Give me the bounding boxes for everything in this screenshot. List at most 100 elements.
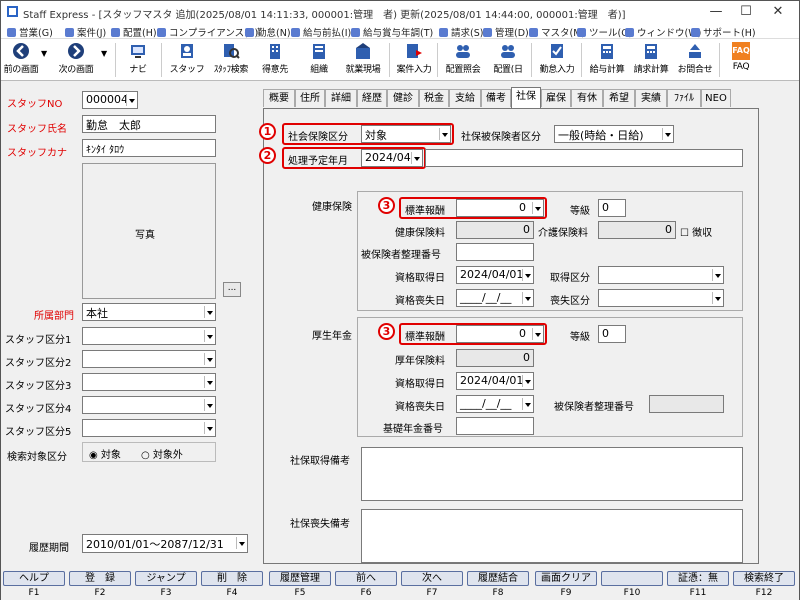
staff-kubun2-select[interactable] — [82, 350, 216, 368]
menu-window[interactable]: ウィンドウ(W) — [625, 25, 701, 39]
radio-target-yes[interactable]: ◉ 対象 — [89, 446, 121, 461]
history-merge-button[interactable]: 履歴結合 F8 — [467, 571, 529, 598]
app-icon — [7, 6, 18, 17]
acquire-notes-textarea[interactable] — [361, 447, 743, 501]
f10-button[interactable]: F10 — [601, 571, 663, 598]
pension-standard-pay-select[interactable]: 0 — [456, 325, 544, 343]
next-button[interactable]: 次へ F7 — [401, 571, 463, 598]
process-month-note-field[interactable] — [425, 149, 743, 167]
loss-notes-textarea[interactable] — [361, 509, 743, 563]
tab-employment-insurance[interactable]: 雇保 — [541, 89, 571, 107]
menu-assign[interactable]: 配置(H) — [111, 25, 157, 39]
health-insured-number-field[interactable] — [456, 243, 534, 261]
maximize-button[interactable]: ☐ — [731, 3, 761, 21]
photo-browse-button[interactable]: ... — [223, 282, 241, 297]
pension-loss-date-select[interactable]: ____/__/__ — [456, 395, 534, 413]
chevron-down-icon — [712, 269, 722, 281]
close-button[interactable]: ✕ — [763, 3, 793, 21]
chevron-down-icon — [522, 269, 532, 281]
previous-button[interactable]: 前へ F6 — [335, 571, 397, 598]
chevron-down-icon[interactable]: ▼ — [41, 49, 47, 58]
bill-calc-button[interactable]: 請求計算 — [629, 41, 673, 79]
insured-category-select[interactable]: 一般(時給・日給) — [554, 125, 674, 143]
assign-day-button[interactable]: 配置(日 — [487, 41, 529, 79]
help-button[interactable]: ヘルプ F1 — [3, 571, 65, 598]
minimize-button[interactable]: — — [701, 3, 731, 21]
menu-advance[interactable]: 給与前払(I) — [291, 25, 351, 39]
menu-admin[interactable]: 管理(D) — [483, 25, 529, 39]
prev-screen-button[interactable]: 前の画面 — [1, 41, 41, 79]
pay-calc-button[interactable]: 給与計算 — [585, 41, 629, 79]
tab-files[interactable]: ﾌｧｲﾙ — [667, 89, 701, 107]
menu-icon — [577, 28, 586, 37]
pension-acquire-date-select[interactable]: 2024/04/01 — [456, 372, 534, 390]
tab-detail[interactable]: 詳細 — [325, 89, 357, 107]
staff-kubun1-select[interactable] — [82, 327, 216, 345]
tab-social-insurance[interactable]: 社保 — [511, 87, 541, 108]
work-site-button[interactable]: 就業現場 — [341, 41, 385, 79]
tab-results[interactable]: 実績 — [635, 89, 667, 107]
arrow-left-icon — [13, 43, 29, 59]
calculator-icon — [601, 44, 613, 59]
next-screen-button[interactable]: 次の画面 — [53, 41, 99, 79]
arrow-right-icon — [68, 43, 84, 59]
health-loss-date-select[interactable]: ____/__/__ — [456, 289, 534, 307]
evidence-button[interactable]: 証憑：無 F11 — [667, 571, 729, 598]
menu-payroll[interactable]: 給与賞与年調(T) — [351, 25, 433, 39]
tab-address[interactable]: 住所 — [295, 89, 325, 107]
radio-target-no[interactable]: ○ 対象外 — [141, 446, 183, 461]
pension-grade-field[interactable]: 0 — [598, 325, 626, 343]
register-button[interactable]: 登 録 F2 — [69, 571, 131, 598]
basic-pension-number-field[interactable] — [456, 417, 534, 435]
menu-attendance[interactable]: 勤怠(N) — [245, 25, 291, 39]
menu-compliance[interactable]: コンプライアンス(C) — [157, 25, 258, 39]
navi-button[interactable]: ナビ — [121, 41, 155, 79]
staff-name-field[interactable]: 勤怠 太郎 — [82, 115, 216, 133]
attendance-input-button[interactable]: 勤怠入力 — [535, 41, 579, 79]
tab-career[interactable]: 経歴 — [357, 89, 387, 107]
health-standard-pay-select[interactable]: 0 — [456, 199, 544, 217]
health-loss-type-select[interactable] — [598, 289, 724, 307]
staff-kubun3-select[interactable] — [82, 373, 216, 391]
social-insurance-select[interactable]: 対象 — [361, 125, 451, 143]
tab-payment[interactable]: 支給 — [449, 89, 481, 107]
staff-no-select[interactable]: 000004 — [82, 91, 138, 109]
annotation-circle-3b: 3 — [378, 323, 395, 340]
process-month-select[interactable]: 2024/04 — [361, 149, 423, 167]
menu-case[interactable]: 案件(J) — [65, 25, 106, 39]
org-button[interactable]: 組織 — [299, 41, 339, 79]
menu-support[interactable]: サポート(H) — [691, 25, 756, 39]
collect-checkbox[interactable]: ☐ 徴収 — [680, 224, 712, 239]
faq-button[interactable]: FAQ FAQ — [723, 41, 759, 79]
end-search-button[interactable]: 検索終了 F12 — [733, 571, 795, 598]
inquiry-button[interactable]: お問合せ — [673, 41, 717, 79]
delete-button[interactable]: 削 除 F4 — [201, 571, 263, 598]
client-button[interactable]: 得意先 — [255, 41, 295, 79]
staff-kubun5-select[interactable] — [82, 419, 216, 437]
menu-sales[interactable]: 営業(G) — [7, 25, 53, 39]
period-select[interactable]: 2010/01/01～2087/12/31 — [82, 534, 248, 553]
jump-button[interactable]: ジャンプ F3 — [135, 571, 197, 598]
process-month-label: 処理予定年月 — [288, 156, 348, 167]
staff-kana-field[interactable]: ｷﾝﾀｲ ﾀﾛｳ — [82, 139, 216, 157]
assign-view-button[interactable]: 配置照会 — [441, 41, 485, 79]
case-input-button[interactable]: 案件入力 — [393, 41, 435, 79]
health-grade-field[interactable]: 0 — [598, 199, 626, 217]
tab-neo[interactable]: NEO — [701, 89, 731, 107]
menu-billing[interactable]: 請求(S) — [439, 25, 483, 39]
health-acquire-type-select[interactable] — [598, 266, 724, 284]
tab-paid-leave[interactable]: 有休 — [571, 89, 603, 107]
tab-health-check[interactable]: 健診 — [387, 89, 419, 107]
chevron-down-icon[interactable]: ▼ — [101, 49, 107, 58]
tab-overview[interactable]: 概要 — [263, 89, 295, 107]
dept-select[interactable]: 本社 — [82, 303, 216, 321]
staff-kubun4-select[interactable] — [82, 396, 216, 414]
clear-screen-button[interactable]: 画面クリア F9 — [535, 571, 597, 598]
staff-button[interactable]: スタッフ — [167, 41, 207, 79]
tab-notes[interactable]: 備考 — [481, 89, 511, 107]
health-acquire-date-select[interactable]: 2024/04/01 — [456, 266, 534, 284]
tab-tax[interactable]: 税金 — [419, 89, 449, 107]
staff-search-button[interactable]: ｽﾀｯﾌ検索 — [209, 41, 253, 79]
history-manage-button[interactable]: 履歴管理 F5 — [269, 571, 331, 598]
tab-wishes[interactable]: 希望 — [603, 89, 635, 107]
